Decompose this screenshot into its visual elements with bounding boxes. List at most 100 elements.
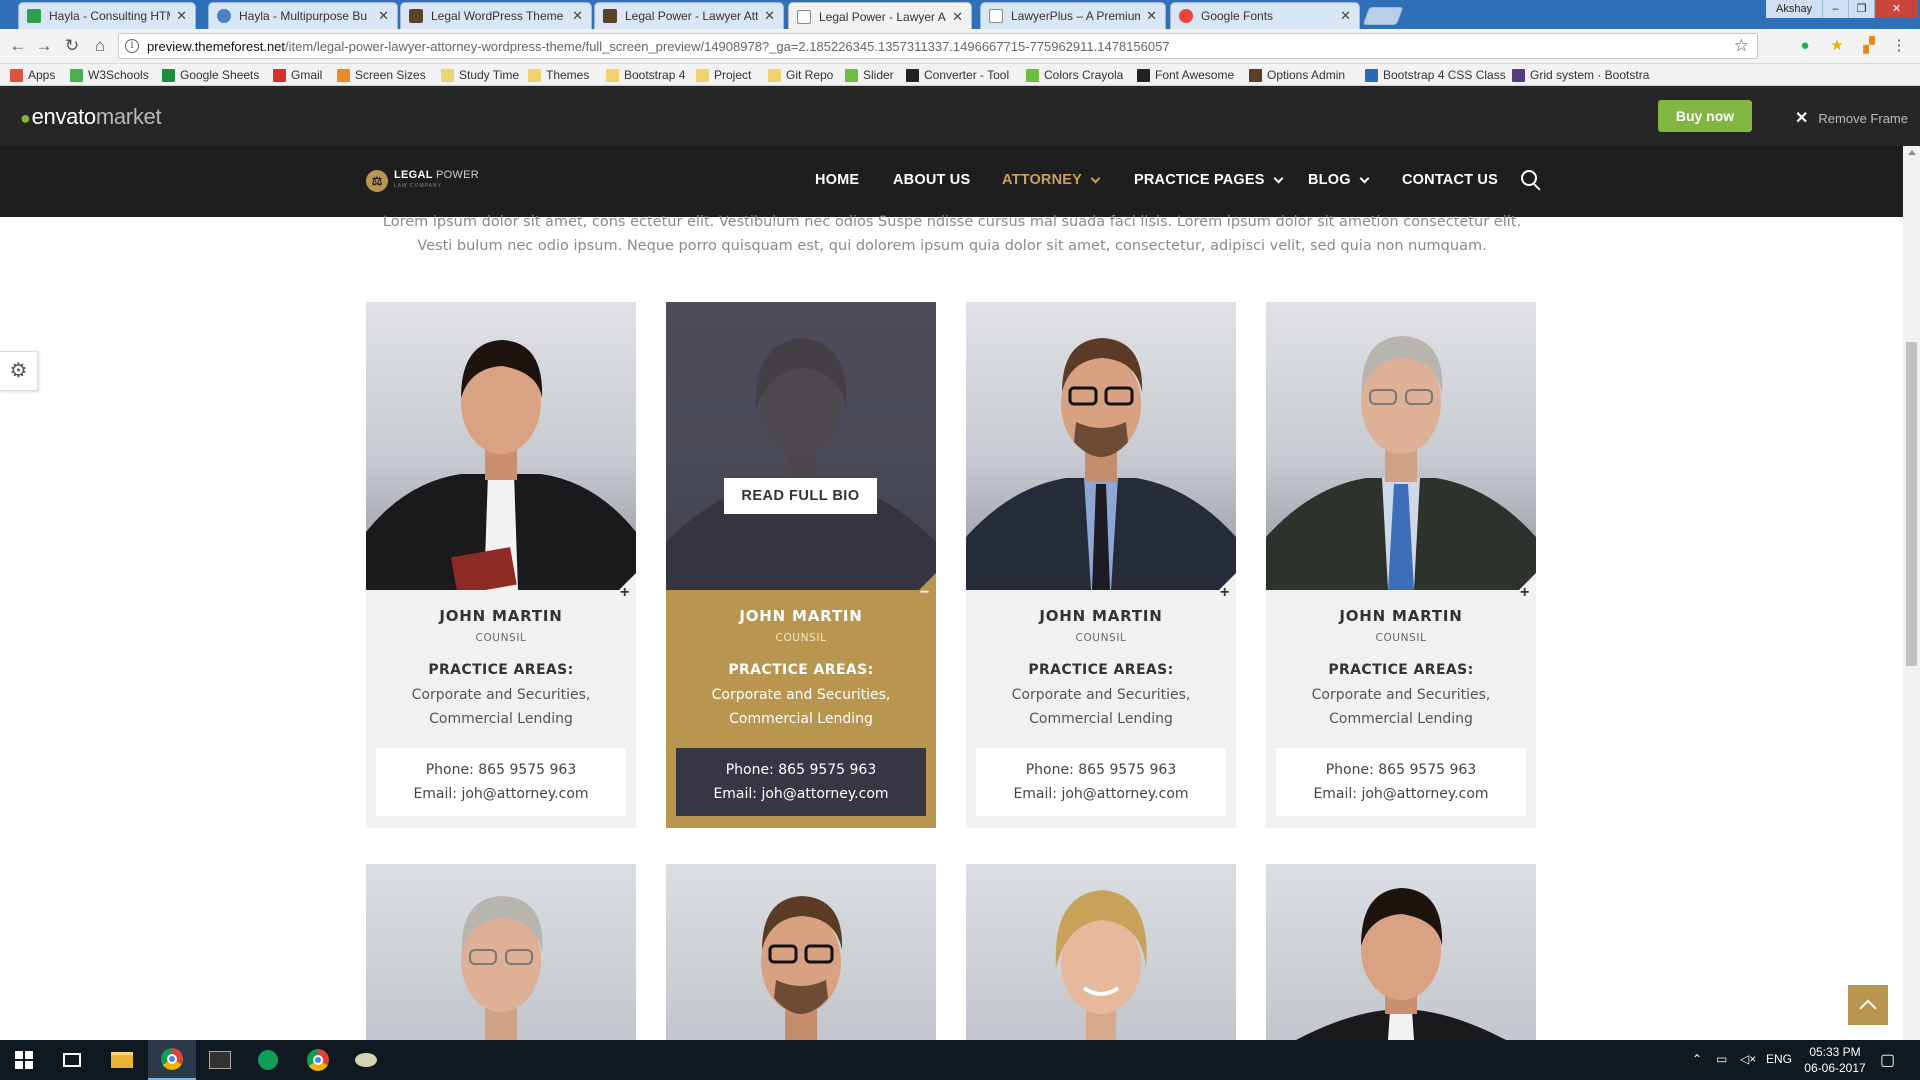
bookmark-item[interactable]: Converter - Tool [906,67,1009,83]
extension-star-icon[interactable]: ★ [1828,37,1846,55]
network-icon[interactable]: ▭ [1716,1052,1727,1066]
clock[interactable]: 05:33 PM 06-06-2017 [1800,1044,1870,1076]
new-tab-button[interactable] [1362,7,1404,25]
bookmark-label: Options Admin [1267,68,1346,82]
profile-name[interactable]: Akshay [1766,0,1823,18]
bookmark-item[interactable]: Grid system · Bootstra [1512,67,1649,83]
attorney-card[interactable]: + JOHN MARTIN COUNSIL PRACTICE AREAS: Co… [966,302,1236,828]
browser-tab[interactable]: Legal WordPress Theme ✕ [400,2,592,29]
browser-tab-active[interactable]: Legal Power - Lawyer Att ✕ [788,2,972,30]
gear-icon[interactable]: ⚙ [0,351,38,391]
bookmark-item[interactable]: Bootstrap 4 CSS Class [1365,67,1506,83]
bookmark-item[interactable]: Google Sheets [162,67,259,83]
chrome-alt-icon[interactable] [294,1040,342,1080]
notifications-icon[interactable]: ▢ [1880,1050,1895,1070]
bookmark-item[interactable]: Bootstrap 4 [606,67,685,83]
attorney-card[interactable]: + JOHN MARTIN COUNSIL PRACTICE AREAS: Co… [1266,302,1536,828]
nav-contact-us[interactable]: CONTACT US [1402,172,1498,188]
bookmark-item[interactable]: Screen Sizes [337,67,426,83]
start-button[interactable] [0,1040,48,1080]
bookmark-item[interactable]: Font Awesome [1137,67,1234,83]
forward-arrow-icon[interactable]: → [32,35,56,57]
volume-muted-icon[interactable]: ◁× [1740,1052,1756,1066]
apps-grid-icon [10,68,23,82]
task-view-icon[interactable] [48,1040,96,1080]
email-text[interactable]: Email: joh@attorney.com [676,782,926,806]
bookmark-item[interactable]: W3Schools [70,67,149,83]
back-to-top-button[interactable] [1848,985,1888,1025]
read-full-bio-button[interactable]: READ FULL BIO [724,478,877,514]
hangouts-icon[interactable] [244,1040,292,1080]
info-icon[interactable]: i [125,39,139,53]
nav-blog[interactable]: BLOG [1308,172,1370,188]
collapse-toggle[interactable]: − [898,573,936,611]
browser-tab[interactable]: Legal Power - Lawyer Att ✕ [594,2,784,29]
bookmark-item[interactable]: Git Repo [768,67,833,83]
email-text[interactable]: Email: joh@attorney.com [976,782,1226,806]
bookmark-item[interactable]: Slider [845,67,894,83]
search-icon[interactable] [1521,170,1537,186]
close-icon[interactable]: ✕ [176,8,187,24]
close-icon[interactable]: ✕ [1340,8,1351,24]
browser-tab[interactable]: Google Fonts ✕ [1170,2,1360,29]
attorney-card-photo[interactable] [1266,864,1536,1040]
bookmark-star-icon[interactable]: ☆ [1734,36,1749,56]
bookmark-item[interactable]: Apps [10,67,55,83]
browser-tab[interactable]: LawyerPlus – A Premium ✕ [980,2,1166,29]
practice-area-line: Commercial Lending [1029,711,1173,727]
extension-green-icon[interactable]: ● [1796,37,1814,55]
attorney-card-photo[interactable] [966,864,1236,1040]
close-icon[interactable]: ✕ [572,8,583,24]
envato-logo[interactable]: ●envatomarket [20,104,162,130]
browser-tab[interactable]: Hayla - Consulting HTML ✕ [18,2,196,29]
home-icon[interactable]: ⌂ [88,35,112,57]
address-bar[interactable]: i preview.themeforest.net/item/legal-pow… [118,33,1758,59]
terminal-icon[interactable] [196,1040,244,1080]
menu-kebab-icon[interactable]: ⋮ [1890,37,1908,55]
expand-toggle[interactable]: + [1498,573,1536,611]
close-icon[interactable]: ✕ [1146,8,1157,24]
expand-toggle[interactable]: + [1198,573,1236,611]
close-icon[interactable]: ✕ [378,8,389,24]
file-explorer-icon[interactable] [98,1040,146,1080]
language-indicator[interactable]: ENG [1766,1052,1792,1066]
attorney-card-photo[interactable] [366,864,636,1040]
extension-rss-icon[interactable]: ▞ [1860,37,1878,55]
nav-about-us[interactable]: ABOUT US [893,172,970,188]
expand-toggle[interactable]: + [598,573,636,611]
email-text[interactable]: Email: joh@attorney.com [376,782,626,806]
attorney-card-photo[interactable] [666,864,936,1040]
email-text[interactable]: Email: joh@attorney.com [1276,782,1526,806]
chrome-taskbar-icon[interactable] [148,1040,196,1080]
bookmark-item[interactable]: Options Admin [1249,67,1345,83]
site-logo[interactable]: ⚖ LEGAL POWER LAW COMPANY [366,170,479,192]
close-icon[interactable]: ✕ [764,8,775,24]
browser-tab-strip: Hayla - Consulting HTML ✕ Hayla - Multip… [0,0,1920,30]
window-close-icon[interactable]: ✕ [1874,0,1918,18]
scrollbar-thumb[interactable] [1906,342,1917,666]
bookmark-item[interactable]: Study Time [441,67,519,83]
nav-home[interactable]: HOME [815,172,859,188]
chevron-up-icon[interactable]: ⌃ [1692,1052,1702,1066]
bookmark-item[interactable]: Colors Crayola [1026,67,1123,83]
page-scrollbar[interactable] [1903,146,1920,1040]
bookmark-item[interactable]: Project [696,67,751,83]
close-icon[interactable]: ✕ [952,9,963,25]
buy-now-button[interactable]: Buy now [1658,100,1752,132]
app-bird-icon[interactable] [342,1040,390,1080]
bookmark-item[interactable]: Gmail [273,67,322,83]
nav-attorney[interactable]: ATTORNEY [1002,172,1101,188]
browser-tab[interactable]: Hayla - Multipurpose Bu ✕ [208,2,398,29]
scroll-up-icon[interactable] [1908,150,1916,155]
back-arrow-icon[interactable]: ← [6,35,30,57]
remove-frame-link[interactable]: ✕ Remove Frame [1795,108,1908,128]
bookmark-item[interactable]: Themes [528,67,589,83]
url-text[interactable]: preview.themeforest.net/item/legal-power… [147,39,1170,54]
attorney-card-featured[interactable]: READ FULL BIO − JOHN MARTIN COUNSIL PRAC… [666,302,936,828]
reload-icon[interactable]: ↻ [60,35,84,57]
folder-icon [441,68,454,82]
restore-icon[interactable]: ❐ [1848,0,1874,18]
nav-practice-pages[interactable]: PRACTICE PAGES [1134,172,1284,188]
attorney-card[interactable]: + JOHN MARTIN COUNSIL PRACTICE AREAS: Co… [366,302,636,828]
minimize-icon[interactable]: – [1822,0,1848,18]
